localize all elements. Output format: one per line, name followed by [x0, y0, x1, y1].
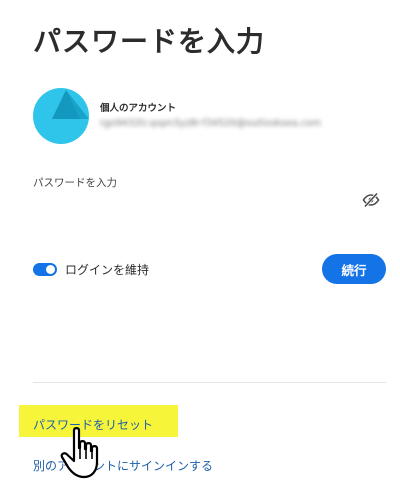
avatar	[33, 88, 89, 144]
page-title: パスワードを入力	[33, 25, 266, 58]
continue-button[interactable]: 続行	[322, 254, 386, 284]
account-type-label: 個人のアカウント	[100, 103, 177, 114]
remember-me-toggle-row[interactable]: ログインを維持	[33, 260, 149, 278]
divider	[33, 382, 386, 383]
password-input[interactable]	[33, 188, 385, 214]
toggle-knob	[46, 264, 55, 274]
avatar-shape-icon	[52, 90, 89, 119]
account-email: rgo9432tr.qxpn3yz8r-f34520@outlooksea.co…	[100, 118, 321, 129]
sign-in-other-account-link[interactable]: 別のアカウントにサインインする	[33, 457, 213, 474]
remember-me-toggle[interactable]	[33, 262, 57, 276]
account-card: 個人のアカウント rgo9432tr.qxpn3yz8r-f34520@outl…	[33, 88, 373, 146]
eye-off-icon[interactable]	[362, 191, 380, 209]
reset-password-link[interactable]: パスワードをリセット	[33, 416, 153, 433]
remember-me-label: ログインを維持	[65, 262, 150, 277]
